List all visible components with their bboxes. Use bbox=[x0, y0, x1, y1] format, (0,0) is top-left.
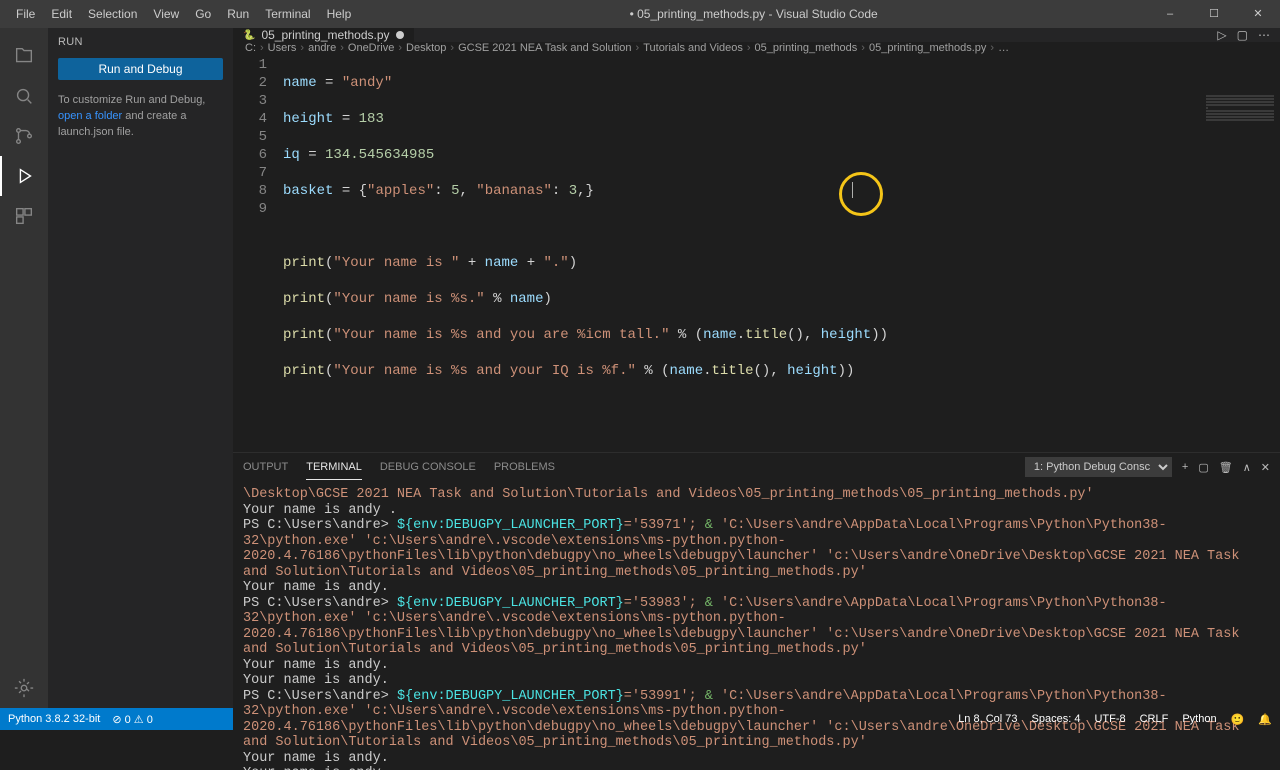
status-line-col[interactable]: Ln 8, Col 73 bbox=[958, 713, 1017, 726]
tab-file[interactable]: 🐍 05_printing_methods.py bbox=[233, 28, 415, 42]
menu-file[interactable]: File bbox=[8, 3, 43, 25]
window-controls: ‒ ☐ ✕ bbox=[1148, 0, 1280, 28]
activity-bar bbox=[0, 28, 48, 708]
open-folder-link[interactable]: open a folder bbox=[58, 110, 122, 122]
tab-label: 05_printing_methods.py bbox=[261, 28, 389, 42]
more-actions-icon[interactable]: ⋯ bbox=[1258, 28, 1270, 42]
status-language[interactable]: Python bbox=[1182, 713, 1216, 726]
menu-go[interactable]: Go bbox=[187, 3, 219, 25]
split-editor-icon[interactable]: ▢ bbox=[1237, 28, 1248, 42]
terminal-select[interactable]: 1: Python Debug Consc bbox=[1025, 457, 1172, 477]
status-spaces[interactable]: Spaces: 4 bbox=[1032, 713, 1081, 726]
maximize-panel-icon[interactable]: ∧ bbox=[1243, 461, 1251, 474]
new-terminal-icon[interactable]: + bbox=[1182, 461, 1188, 473]
explorer-icon[interactable] bbox=[0, 36, 48, 76]
status-encoding[interactable]: UTF-8 bbox=[1094, 713, 1125, 726]
menu-selection[interactable]: Selection bbox=[80, 3, 145, 25]
editor-area: 🐍 05_printing_methods.py ▷ ▢ ⋯ C:› Users… bbox=[233, 28, 1280, 708]
window-title: • 05_printing_methods.py - Visual Studio… bbox=[359, 7, 1148, 21]
maximize-button[interactable]: ☐ bbox=[1192, 0, 1236, 28]
status-feedback-icon[interactable]: 🙂 bbox=[1231, 713, 1245, 726]
menu-run[interactable]: Run bbox=[219, 3, 257, 25]
panel-tab-debug-console[interactable]: DEBUG CONSOLE bbox=[380, 455, 476, 479]
panel-tabs: OUTPUT TERMINAL DEBUG CONSOLE PROBLEMS 1… bbox=[233, 453, 1280, 481]
panel-tab-terminal[interactable]: TERMINAL bbox=[306, 455, 362, 480]
run-and-debug-button[interactable]: Run and Debug bbox=[58, 58, 223, 80]
run-file-icon[interactable]: ▷ bbox=[1217, 28, 1226, 42]
minimize-button[interactable]: ‒ bbox=[1148, 0, 1192, 28]
customize-text: To customize Run and Debug, open a folde… bbox=[58, 92, 223, 140]
run-debug-icon[interactable] bbox=[0, 156, 48, 196]
panel-tab-output[interactable]: OUTPUT bbox=[243, 455, 288, 479]
status-problems[interactable]: ⊘ 0 ⚠ 0 bbox=[112, 713, 152, 726]
extensions-icon[interactable] bbox=[0, 196, 48, 236]
menu-edit[interactable]: Edit bbox=[43, 3, 80, 25]
breadcrumb[interactable]: C:› Users› andre› OneDrive› Desktop› GCS… bbox=[233, 42, 1280, 54]
status-notifications-icon[interactable]: 🔔 bbox=[1258, 713, 1272, 726]
tab-dirty-dot-icon bbox=[396, 31, 404, 39]
status-python[interactable]: Python 3.8.2 32-bit bbox=[8, 713, 100, 725]
terminal-content[interactable]: \Desktop\GCSE 2021 NEA Task and Solution… bbox=[233, 481, 1280, 770]
status-eol[interactable]: CRLF bbox=[1140, 713, 1169, 726]
code-editor[interactable]: 123 456 789 name = "andy" height = 183 i… bbox=[233, 54, 1280, 452]
editor-tabs: 🐍 05_printing_methods.py ▷ ▢ ⋯ bbox=[233, 28, 1280, 42]
text-cursor bbox=[852, 182, 853, 198]
titlebar: File Edit Selection View Go Run Terminal… bbox=[0, 0, 1280, 28]
minimap[interactable] bbox=[1200, 94, 1280, 214]
menu-view[interactable]: View bbox=[145, 3, 187, 25]
settings-gear-icon[interactable] bbox=[0, 668, 48, 708]
editor-actions: ▷ ▢ ⋯ bbox=[1217, 28, 1280, 42]
panel-tab-problems[interactable]: PROBLEMS bbox=[494, 455, 555, 479]
run-sidebar: RUN Run and Debug To customize Run and D… bbox=[48, 28, 233, 708]
close-panel-icon[interactable]: ✕ bbox=[1261, 461, 1270, 474]
main-menu: File Edit Selection View Go Run Terminal… bbox=[0, 3, 359, 25]
line-numbers: 123 456 789 bbox=[233, 54, 283, 452]
menu-help[interactable]: Help bbox=[319, 3, 360, 25]
split-terminal-icon[interactable]: ▢ bbox=[1198, 461, 1208, 474]
kill-terminal-icon[interactable]: 🗑 bbox=[1219, 461, 1233, 474]
source-control-icon[interactable] bbox=[0, 116, 48, 156]
code-content[interactable]: name = "andy" height = 183 iq = 134.5456… bbox=[283, 54, 1280, 452]
python-file-icon: 🐍 bbox=[243, 30, 255, 41]
sidebar-section-run: RUN bbox=[58, 32, 223, 54]
search-icon[interactable] bbox=[0, 76, 48, 116]
menu-terminal[interactable]: Terminal bbox=[257, 3, 318, 25]
close-button[interactable]: ✕ bbox=[1236, 0, 1280, 28]
